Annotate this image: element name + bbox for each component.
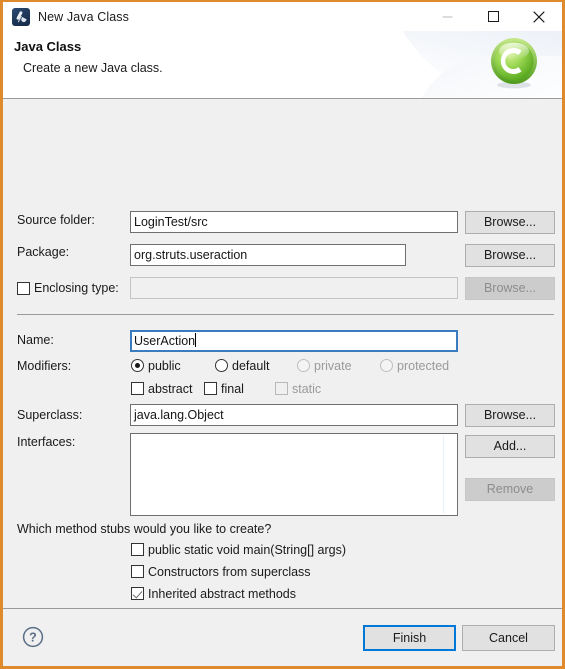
interfaces-label: Interfaces: bbox=[17, 435, 76, 449]
title-bar: New Java Class bbox=[3, 2, 562, 31]
modifier-label-private: private bbox=[314, 359, 352, 373]
name-label: Name: bbox=[17, 333, 54, 347]
cancel-button[interactable]: Cancel bbox=[462, 625, 555, 651]
source-folder-label: Source folder: bbox=[17, 213, 95, 227]
modifier-checkbox-abstract[interactable] bbox=[131, 382, 144, 395]
new-java-class-dialog: New Java Class Java Class Create a new J… bbox=[0, 0, 565, 669]
text-caret bbox=[195, 333, 197, 347]
method-stubs-question: Which method stubs would you like to cre… bbox=[17, 522, 272, 536]
modifier-checkbox-final[interactable] bbox=[204, 382, 217, 395]
wizard-banner: Java Class Create a new Java class. bbox=[3, 31, 562, 99]
superclass-browse-button[interactable]: Browse... bbox=[465, 404, 555, 427]
modifier-label-final: final bbox=[221, 382, 244, 396]
superclass-label: Superclass: bbox=[17, 408, 83, 422]
source-folder-input[interactable]: LoginTest/src bbox=[130, 211, 458, 233]
maximize-button[interactable] bbox=[470, 2, 516, 31]
package-input[interactable]: org.struts.useraction bbox=[130, 244, 406, 266]
interfaces-list[interactable] bbox=[130, 433, 458, 516]
stub-checkbox-main-method[interactable] bbox=[131, 543, 144, 556]
page-subtitle: Create a new Java class. bbox=[23, 61, 163, 75]
modifier-label-public: public bbox=[148, 359, 181, 373]
stub-label-inherited-abstract: Inherited abstract methods bbox=[148, 587, 296, 601]
stub-checkbox-constructors[interactable] bbox=[131, 565, 144, 578]
modifier-label-default: default bbox=[232, 359, 270, 373]
close-button[interactable] bbox=[516, 2, 562, 31]
enclosing-type-checkbox[interactable] bbox=[17, 282, 30, 295]
modifier-radio-public[interactable] bbox=[131, 359, 144, 372]
help-icon[interactable]: ? bbox=[22, 626, 44, 648]
source-folder-browse-button[interactable]: Browse... bbox=[465, 211, 555, 234]
modifier-radio-private bbox=[297, 359, 310, 372]
modifier-radio-default[interactable] bbox=[215, 359, 228, 372]
superclass-input[interactable]: java.lang.Object bbox=[130, 404, 458, 426]
enclosing-type-label: Enclosing type: bbox=[34, 281, 119, 295]
name-input-value: UserAction bbox=[134, 334, 196, 348]
minimize-button[interactable] bbox=[424, 2, 470, 31]
modifiers-label: Modifiers: bbox=[17, 359, 72, 373]
interfaces-remove-button: Remove bbox=[465, 478, 555, 501]
java-class-icon bbox=[12, 7, 30, 26]
svg-text:?: ? bbox=[29, 631, 37, 645]
dialog-footer: ? Finish Cancel bbox=[3, 608, 562, 666]
window-controls bbox=[424, 2, 562, 31]
section-separator-1 bbox=[17, 314, 554, 315]
stub-checkbox-inherited-abstract[interactable] bbox=[131, 587, 144, 600]
window-title: New Java Class bbox=[38, 9, 130, 24]
modifier-label-abstract: abstract bbox=[148, 382, 193, 396]
stub-label-constructors: Constructors from superclass bbox=[148, 565, 311, 579]
interfaces-list-scroll-track[interactable] bbox=[443, 435, 444, 514]
package-browse-button[interactable]: Browse... bbox=[465, 244, 555, 267]
wizard-logo-icon bbox=[491, 38, 537, 89]
page-title: Java Class bbox=[14, 39, 82, 54]
modifier-radio-protected bbox=[380, 359, 393, 372]
modifier-label-static: static bbox=[292, 382, 322, 396]
modifier-label-protected: protected bbox=[397, 359, 450, 373]
dialog-body: Source folder: LoginTest/src Browse... P… bbox=[3, 99, 562, 645]
enclosing-type-input bbox=[130, 277, 458, 299]
package-label: Package: bbox=[17, 245, 70, 259]
stub-label-main-method: public static void main(String[] args) bbox=[148, 543, 346, 557]
modifier-checkbox-static bbox=[275, 382, 288, 395]
interfaces-add-button[interactable]: Add... bbox=[465, 435, 555, 458]
enclosing-type-browse-button: Browse... bbox=[465, 277, 555, 300]
finish-button[interactable]: Finish bbox=[363, 625, 456, 651]
name-input[interactable]: UserAction bbox=[130, 330, 458, 352]
